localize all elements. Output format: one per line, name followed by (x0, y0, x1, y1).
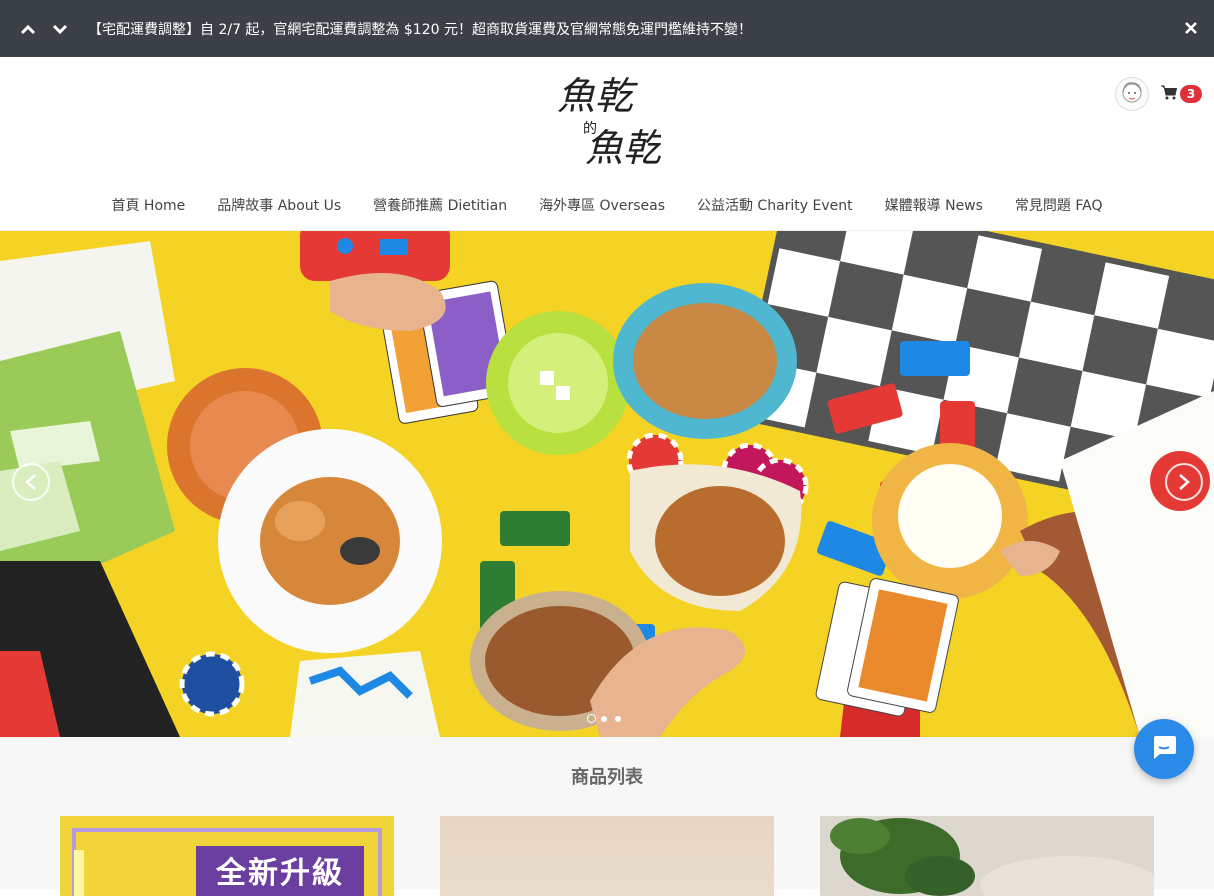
chat-button[interactable] (1134, 719, 1194, 779)
member-avatar-icon[interactable] (1115, 77, 1149, 111)
site-header: 魚乾 的 魚乾 3 首頁 Home 品牌故事 About Us 營養師推薦 Di… (0, 57, 1214, 231)
close-icon[interactable] (1182, 19, 1200, 37)
nav-item-news[interactable]: 媒體報導 News (885, 195, 983, 215)
product-card[interactable] (820, 816, 1154, 896)
slider-dot-2[interactable] (601, 715, 607, 722)
chevron-up-icon[interactable] (20, 21, 36, 37)
slider-prev-button[interactable] (12, 463, 50, 501)
product-image (820, 816, 1154, 896)
nav-item-home[interactable]: 首頁 Home (111, 195, 185, 215)
nav-item-about[interactable]: 品牌故事 About Us (217, 195, 341, 215)
nav-item-dietitian[interactable]: 營養師推薦 Dietitian (373, 195, 507, 215)
slider-next-button[interactable] (1165, 463, 1203, 501)
chat-icon (1150, 734, 1178, 764)
product-card[interactable] (440, 816, 774, 896)
chevron-down-icon[interactable] (52, 21, 68, 37)
cart-count-badge: 3 (1180, 85, 1202, 103)
product-image-strip (74, 850, 84, 896)
products-title: 商品列表 (571, 767, 643, 788)
brand-logo[interactable]: 魚乾 的 魚乾 (553, 67, 661, 169)
logo-text-top: 魚乾 (557, 74, 638, 118)
slider-pagination (587, 714, 629, 723)
product-card[interactable]: 全新升級 (60, 816, 394, 896)
nav-item-overseas[interactable]: 海外專區 Overseas (539, 195, 665, 215)
slider-dot-1[interactable] (587, 714, 596, 723)
products-section: 商品列表 全新升級 (0, 737, 1214, 896)
cart-button[interactable]: 3 (1161, 84, 1202, 104)
announcement-text[interactable]: 【宅配運費調整】自 2/7 起，官網宅配運費調整為 $120 元！超商取貨運費及… (88, 19, 752, 39)
announcement-bar: 【宅配運費調整】自 2/7 起，官網宅配運費調整為 $120 元！超商取貨運費及… (0, 0, 1214, 57)
main-nav: 首頁 Home 品牌故事 About Us 營養師推薦 Dietitian 海外… (0, 195, 1214, 215)
slider-dot-3[interactable] (615, 715, 621, 722)
hero-slider (0, 231, 1214, 737)
nav-item-faq[interactable]: 常見問題 FAQ (1015, 195, 1103, 215)
hero-image (0, 231, 1214, 737)
logo-text-bottom: 魚乾 (585, 126, 661, 169)
cart-icon (1161, 85, 1178, 104)
nav-item-charity[interactable]: 公益活動 Charity Event (697, 195, 853, 215)
